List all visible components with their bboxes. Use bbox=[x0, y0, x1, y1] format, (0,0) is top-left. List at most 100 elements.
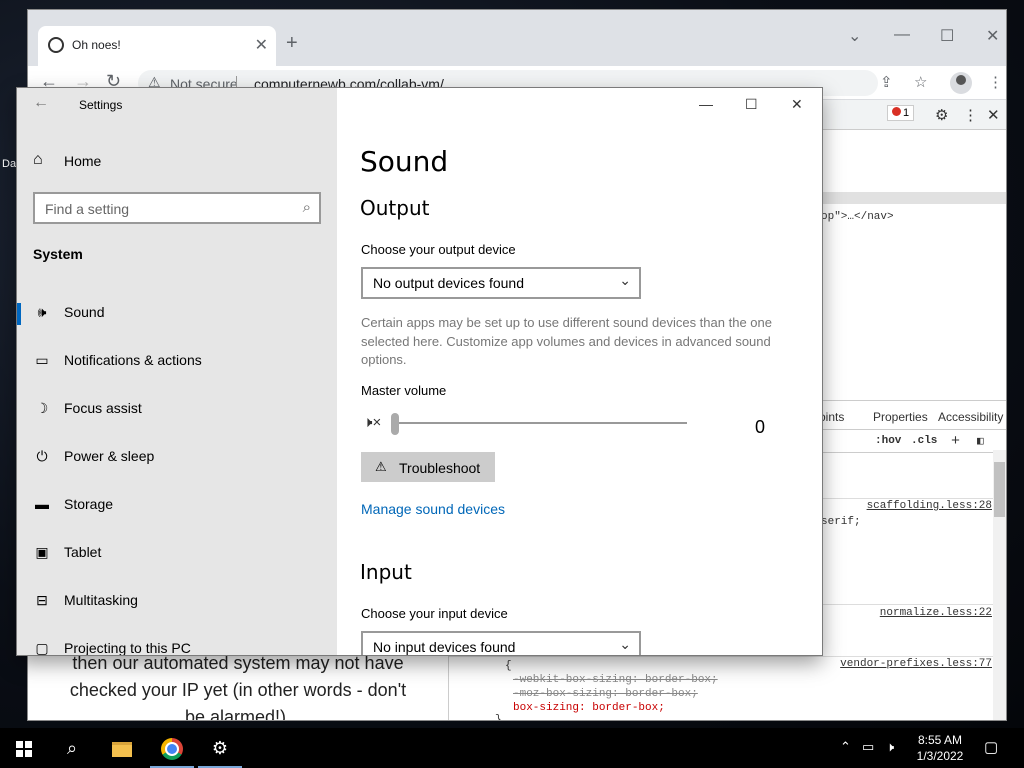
nav-item-label: Sound bbox=[64, 304, 105, 320]
back-arrow-icon[interactable]: ← bbox=[33, 94, 49, 112]
mute-speaker-icon[interactable]: 🕨× bbox=[363, 414, 381, 431]
nav-item-focus-assist[interactable]: ☽ Focus assist bbox=[17, 389, 337, 429]
devtools-menu-icon[interactable]: ⋮ bbox=[963, 106, 978, 124]
chevron-down-icon: ⌄ bbox=[619, 636, 631, 652]
nav-item-power[interactable]: ⏻ Power & sleep bbox=[17, 437, 337, 477]
volume-slider-thumb[interactable] bbox=[391, 413, 399, 435]
search-button[interactable]: ⌕ bbox=[48, 728, 96, 768]
folder-icon bbox=[112, 741, 132, 757]
troubleshoot-label: Troubleshoot bbox=[399, 460, 481, 476]
master-volume-label: Master volume bbox=[361, 383, 447, 398]
input-device-value: No input devices found bbox=[373, 639, 516, 655]
settings-nav-pane: ← Settings ⌂ Home Find a setting ⌕ Syste… bbox=[17, 88, 337, 655]
moon-icon: ☽ bbox=[35, 400, 49, 416]
maximize-icon[interactable]: ☐ bbox=[745, 96, 758, 113]
search-icon: ⌕ bbox=[66, 738, 78, 758]
action-center-icon[interactable]: ▢ bbox=[984, 738, 998, 756]
volume-slider-track[interactable] bbox=[395, 422, 687, 424]
chrome-icon bbox=[161, 738, 183, 761]
rule-declaration[interactable]: box-sizing: border-box; bbox=[513, 702, 665, 714]
rule-source-link[interactable]: normalize.less:22 bbox=[880, 607, 992, 619]
speaker-icon: 🕪 bbox=[37, 304, 47, 320]
clock-time: 8:55 AM bbox=[917, 733, 963, 747]
chrome-taskbar-button[interactable] bbox=[148, 728, 196, 768]
nav-item-notifications[interactable]: ▭ Notifications & actions bbox=[17, 341, 337, 381]
windows-logo-icon bbox=[16, 741, 32, 758]
settings-window: ← Settings ⌂ Home Find a setting ⌕ Syste… bbox=[17, 88, 822, 655]
tab-title: Oh noes! bbox=[72, 38, 121, 52]
star-icon[interactable]: ☆ bbox=[914, 73, 927, 91]
settings-content: — ☐ ✕ Sound Output Choose your output de… bbox=[337, 88, 822, 655]
output-device-value: No output devices found bbox=[373, 275, 524, 291]
tab-properties[interactable]: Properties bbox=[873, 410, 928, 424]
network-icon[interactable]: ▭ bbox=[862, 739, 874, 755]
error-badge[interactable]: 1 bbox=[887, 105, 915, 121]
styles-scroll-thumb[interactable] bbox=[994, 462, 1005, 517]
tab-close-icon[interactable]: ✕ bbox=[255, 35, 268, 55]
devtools-close-icon[interactable]: ✕ bbox=[987, 106, 1000, 124]
troubleshoot-button[interactable]: ⚠ Troubleshoot bbox=[361, 452, 495, 482]
chevron-up-icon[interactable]: ⌃ bbox=[840, 739, 851, 755]
gear-icon[interactable]: ⚙ bbox=[935, 106, 948, 124]
file-explorer-button[interactable] bbox=[98, 728, 146, 768]
tab-search-chevron-icon[interactable]: ⌄ bbox=[848, 26, 861, 46]
nav-item-projecting[interactable]: ▢ Projecting to this PC bbox=[17, 629, 337, 655]
desktop-icon-label[interactable]: Da bbox=[2, 158, 16, 170]
tab-breakpoints[interactable]: oints bbox=[819, 410, 844, 424]
notification-icon: ▭ bbox=[35, 352, 49, 368]
html-snippet[interactable]: op">…</nav> bbox=[821, 211, 894, 223]
search-placeholder: Find a setting bbox=[45, 201, 130, 217]
nav-item-storage[interactable]: ▬ Storage bbox=[17, 485, 337, 525]
output-device-select[interactable]: No output devices found ⌄ bbox=[361, 267, 641, 299]
rule-close-brace: } bbox=[495, 714, 502, 720]
clock-date: 1/3/2022 bbox=[916, 749, 964, 763]
nav-item-multitasking[interactable]: ⊟ Multitasking bbox=[17, 581, 337, 621]
page-text-line: checked your IP yet (in other words - do… bbox=[69, 680, 407, 700]
rule-declaration[interactable]: serif; bbox=[821, 516, 861, 528]
add-rule-icon[interactable]: + bbox=[951, 433, 960, 450]
hov-toggle[interactable]: :hov bbox=[875, 435, 901, 447]
nav-item-tablet[interactable]: ▣ Tablet bbox=[17, 533, 337, 573]
settings-taskbar-button[interactable]: ⚙ bbox=[196, 728, 244, 768]
profile-icon[interactable] bbox=[950, 72, 972, 94]
volume-value: 0 bbox=[755, 417, 766, 437]
volume-muted-icon[interactable]: 🕨 bbox=[886, 739, 894, 755]
storage-icon: ▬ bbox=[35, 496, 49, 512]
browser-tab[interactable]: Oh noes! ✕ bbox=[38, 26, 276, 66]
favicon-icon bbox=[48, 37, 64, 53]
cls-toggle[interactable]: .cls bbox=[911, 435, 937, 447]
manage-sound-devices-link[interactable]: Manage sound devices bbox=[361, 501, 505, 517]
nav-item-label: Notifications & actions bbox=[64, 352, 202, 368]
clock[interactable]: 8:55 AM 1/3/2022 bbox=[908, 732, 972, 764]
rule-declaration[interactable]: -webkit-box-sizing: border-box; bbox=[513, 674, 718, 686]
rule-source-link[interactable]: vendor-prefixes.less:77 bbox=[840, 658, 992, 670]
tab-accessibility[interactable]: Accessibility bbox=[938, 410, 1003, 424]
rule-source-link[interactable]: scaffolding.less:28 bbox=[867, 500, 992, 512]
nav-item-sound[interactable]: 🕪 Sound bbox=[17, 293, 337, 333]
power-icon: ⏻ bbox=[36, 448, 48, 464]
rule-declaration[interactable]: -moz-box-sizing: border-box; bbox=[513, 688, 698, 700]
toggle-sidebar-icon[interactable]: ◧ bbox=[977, 434, 984, 448]
project-icon: ▢ bbox=[35, 640, 49, 655]
home-icon: ⌂ bbox=[33, 151, 43, 168]
close-window-icon[interactable]: ✕ bbox=[986, 26, 999, 46]
close-icon[interactable]: ✕ bbox=[791, 96, 803, 113]
maximize-icon[interactable]: ☐ bbox=[940, 26, 954, 46]
app-title: Settings bbox=[79, 98, 123, 112]
search-input[interactable]: Find a setting ⌕ bbox=[33, 192, 321, 224]
minimize-icon[interactable]: — bbox=[894, 26, 910, 44]
nav-item-label: Tablet bbox=[64, 544, 102, 560]
page-text: then our automated system may not have c… bbox=[28, 650, 448, 720]
share-icon[interactable]: ⇪ bbox=[880, 73, 893, 91]
minimize-icon[interactable]: — bbox=[699, 96, 713, 112]
output-description: Certain apps may be set up to use differ… bbox=[361, 315, 772, 367]
kebab-menu-icon[interactable]: ⋮ bbox=[988, 73, 1003, 91]
nav-item-label: Storage bbox=[64, 496, 114, 512]
start-button[interactable] bbox=[0, 728, 48, 768]
error-icon bbox=[892, 107, 901, 116]
new-tab-icon[interactable]: + bbox=[286, 32, 298, 55]
output-heading: Output bbox=[360, 196, 430, 220]
input-device-select[interactable]: No input devices found ⌄ bbox=[361, 631, 641, 655]
input-heading: Input bbox=[360, 560, 412, 584]
nav-home-label: Home bbox=[64, 153, 102, 169]
